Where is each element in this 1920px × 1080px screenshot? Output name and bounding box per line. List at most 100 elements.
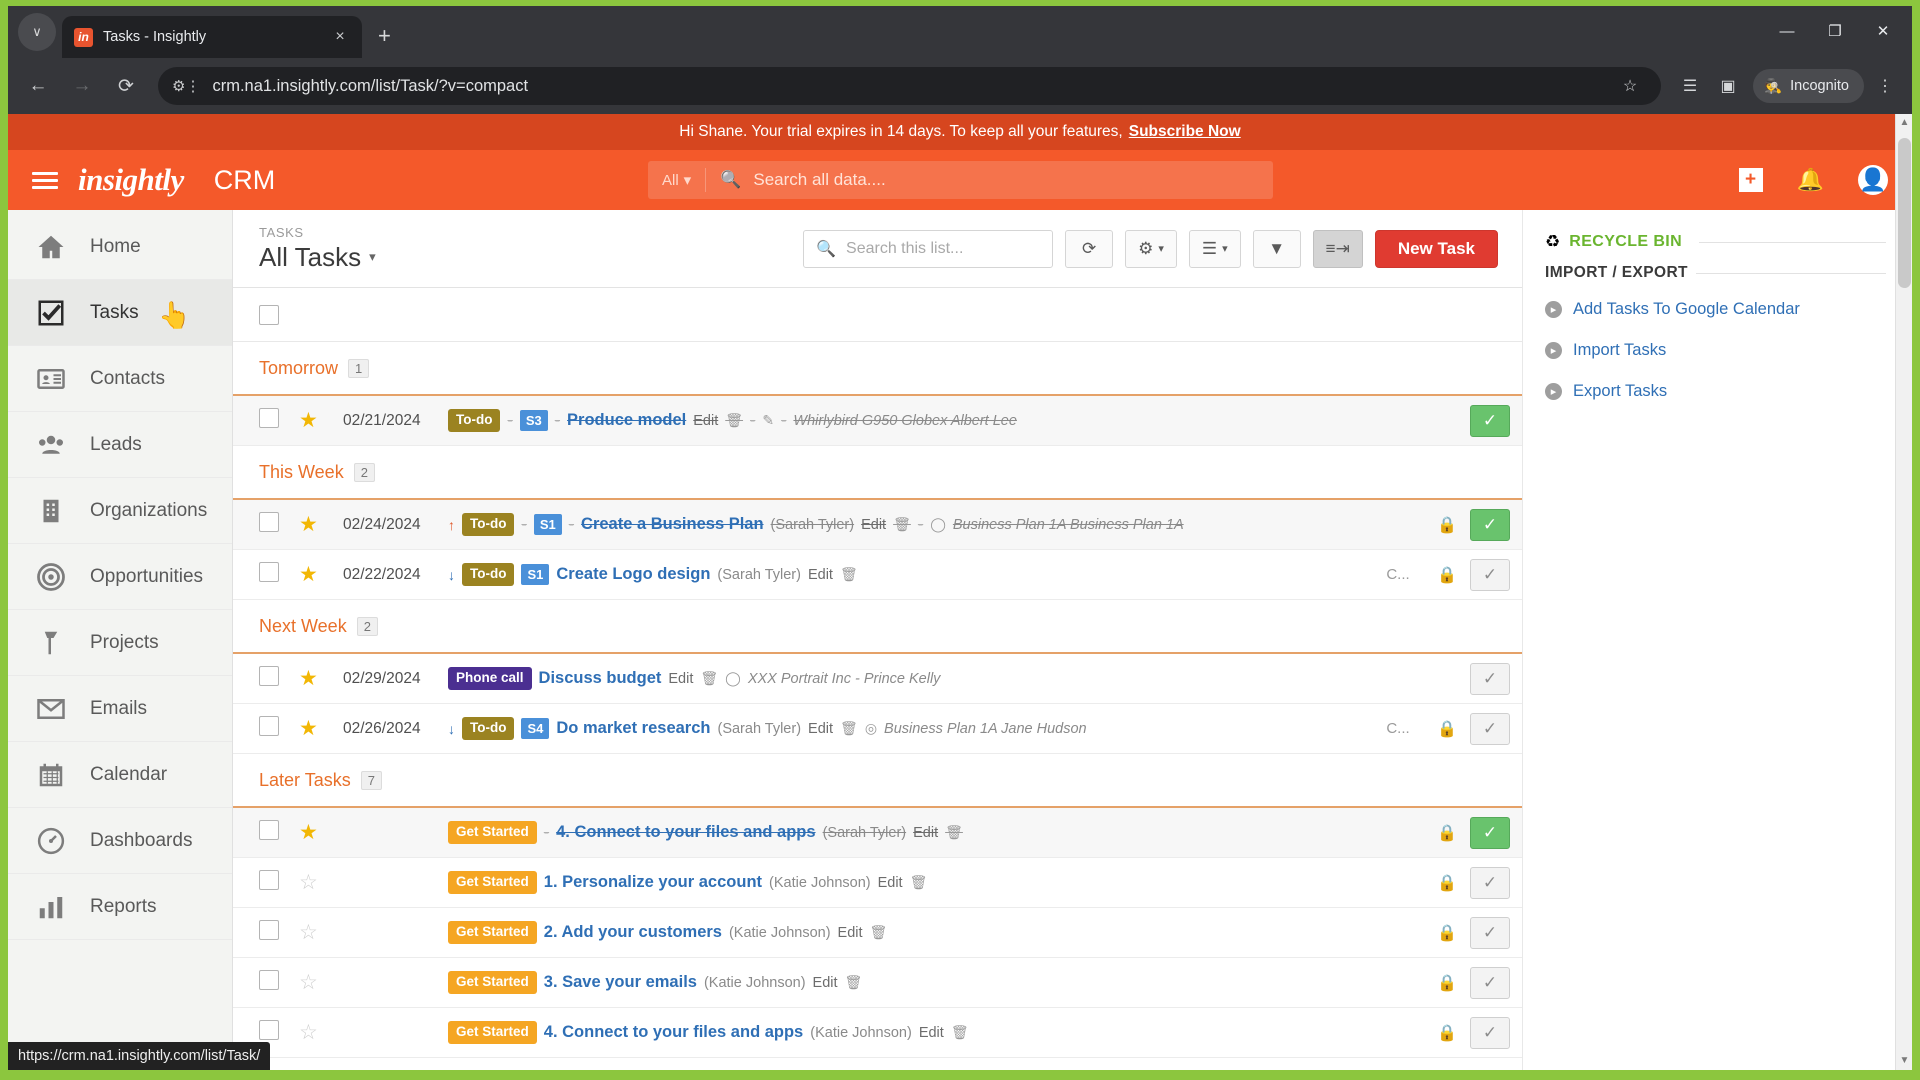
row-checkbox[interactable] [259, 562, 299, 587]
edit-link[interactable]: Edit [878, 875, 903, 891]
sidebar-item-leads[interactable]: Leads [8, 412, 232, 478]
reading-list-icon[interactable]: ☰ [1673, 69, 1707, 103]
delete-icon[interactable]: 🗑 [870, 924, 888, 941]
delete-icon[interactable]: 🗑 [910, 874, 928, 891]
forward-button[interactable]: → [62, 66, 102, 106]
export-tasks-link[interactable]: ▸ Export Tasks [1545, 382, 1886, 401]
row-checkbox[interactable] [259, 970, 299, 995]
table-row[interactable]: ★ Get Started - 4. Connect to your files… [233, 808, 1522, 858]
complete-button[interactable]: ✓ [1470, 1016, 1510, 1049]
star-icon[interactable]: ★ [299, 562, 343, 587]
scroll-up-arrow-icon[interactable]: ▲ [1896, 114, 1912, 132]
search-input[interactable]: 🔍 Search this list... [803, 229, 1054, 268]
task-title-link[interactable]: Discuss budget [539, 669, 662, 688]
scrollbar-thumb[interactable] [1898, 138, 1911, 288]
sidebar-item-home[interactable]: Home [8, 214, 232, 280]
display-options-button[interactable]: ☰ ▾ [1188, 229, 1241, 268]
refresh-button[interactable]: ⟳ [1065, 229, 1114, 268]
delete-icon[interactable]: 🗑 [845, 974, 863, 991]
task-title-link[interactable]: 4. Connect to your files and apps [556, 823, 815, 842]
page-scrollbar[interactable]: ▲ ▼ [1895, 114, 1912, 1070]
complete-button[interactable]: ✓ [1470, 916, 1510, 949]
star-icon[interactable]: ☆ [299, 920, 343, 945]
task-title-link[interactable]: Create a Business Plan [581, 515, 764, 534]
star-icon[interactable]: ★ [299, 716, 343, 741]
complete-button[interactable]: ✓ [1470, 558, 1510, 591]
search-scope-dropdown[interactable]: All ▾ [648, 168, 707, 192]
subscribe-now-link[interactable]: Subscribe Now [1129, 123, 1241, 141]
bookmark-star-icon[interactable]: ☆ [1613, 69, 1647, 103]
edit-link[interactable]: Edit [808, 567, 833, 583]
row-checkbox[interactable] [259, 870, 299, 895]
global-search-input[interactable]: 🔍 Search all data.... [706, 170, 885, 190]
row-checkbox[interactable] [259, 716, 299, 741]
quick-add-icon[interactable]: + [1738, 168, 1763, 192]
row-checkbox[interactable] [259, 920, 299, 945]
task-title-link[interactable]: 4. Connect to your files and apps [544, 1023, 803, 1042]
sidebar-item-dashboards[interactable]: Dashboards [8, 808, 232, 874]
recycle-bin-label[interactable]: RECYCLE BIN [1569, 233, 1682, 251]
star-icon[interactable]: ★ [299, 512, 343, 537]
delete-icon[interactable]: 🗑 [945, 824, 963, 841]
close-window-button[interactable]: ✕ [1860, 12, 1906, 50]
edit-link[interactable]: Edit [913, 825, 938, 841]
task-title-link[interactable]: Do market research [556, 719, 710, 738]
address-bar[interactable]: ⚙⋮ crm.na1.insightly.com/list/Task/?v=co… [158, 67, 1662, 105]
recycle-bin-header[interactable]: ♻ RECYCLE BIN [1545, 232, 1886, 252]
row-checkbox[interactable] [259, 820, 299, 845]
close-tab-icon[interactable]: × [330, 28, 350, 46]
add-tasks-to-google-calendar-link[interactable]: ▸ Add Tasks To Google Calendar [1545, 300, 1886, 319]
edit-link[interactable]: Edit [813, 975, 838, 991]
maximize-button[interactable]: ❐ [1812, 12, 1858, 50]
view-selector[interactable]: All Tasks ▾ [259, 242, 376, 273]
sidebar-item-tasks[interactable]: Tasks 👆 [8, 280, 232, 346]
minimize-button[interactable]: — [1764, 12, 1810, 50]
insightly-logo[interactable]: insightly [78, 162, 184, 198]
related-records[interactable]: Whirlybird G950 Globex Albert Lee [793, 413, 1017, 429]
tab-search-chevron-icon[interactable]: ∨ [18, 13, 56, 51]
sidebar-item-contacts[interactable]: Contacts [8, 346, 232, 412]
sort-button[interactable]: ≡⇥ [1312, 229, 1363, 268]
settings-button[interactable]: ⚙ ▾ [1125, 229, 1177, 268]
edit-link[interactable]: Edit [668, 671, 693, 687]
complete-button[interactable]: ✓ [1470, 662, 1510, 695]
reload-button[interactable]: ⟳ [106, 66, 146, 106]
sidebar-item-calendar[interactable]: Calendar [8, 742, 232, 808]
global-search[interactable]: All ▾ 🔍 Search all data.... [648, 161, 1273, 199]
star-icon[interactable]: ☆ [299, 870, 343, 895]
edit-link[interactable]: Edit [861, 517, 886, 533]
table-row[interactable]: ☆ Get Started 4. Connect to your files a… [233, 1008, 1522, 1058]
star-icon[interactable]: ★ [299, 666, 343, 691]
task-title-link[interactable]: 2. Add your customers [544, 923, 722, 942]
chevron-down-icon[interactable]: ▾ [369, 249, 376, 265]
delete-icon[interactable]: 🗑 [700, 670, 718, 687]
table-row[interactable]: ★ 02/26/2024 ↓ To-do S4 Do market resear… [233, 704, 1522, 754]
related-records[interactable]: Business Plan 1A Business Plan 1A [953, 517, 1184, 533]
notifications-bell-icon[interactable]: 🔔 [1797, 167, 1824, 193]
account-avatar[interactable]: 👤 [1858, 165, 1888, 195]
edit-link[interactable]: Edit [808, 721, 833, 737]
complete-button[interactable]: ✓ [1470, 404, 1510, 437]
select-all-checkbox[interactable] [259, 304, 279, 325]
sidebar-item-organizations[interactable]: Organizations [8, 478, 232, 544]
edit-link[interactable]: Edit [693, 413, 718, 429]
delete-icon[interactable]: 🗑 [725, 412, 743, 429]
star-icon[interactable]: ☆ [299, 970, 343, 995]
related-records[interactable]: Business Plan 1A Jane Hudson [884, 721, 1087, 737]
row-checkbox[interactable] [259, 512, 299, 537]
filter-button[interactable]: ▼ [1252, 229, 1301, 268]
browser-menu-icon[interactable]: ⋮ [1868, 69, 1902, 103]
star-icon[interactable]: ★ [299, 820, 343, 845]
delete-icon[interactable]: 🗑 [893, 516, 911, 533]
row-checkbox[interactable] [259, 666, 299, 691]
table-row[interactable]: ★ 02/29/2024 Phone call Discuss budget E… [233, 654, 1522, 704]
row-checkbox[interactable] [259, 408, 299, 433]
new-task-button[interactable]: New Task [1374, 229, 1498, 268]
sidebar-item-reports[interactable]: Reports [8, 874, 232, 940]
incognito-indicator[interactable]: 🕵 Incognito [1753, 69, 1864, 103]
table-row[interactable]: ★ 02/21/2024 To-do - S3 - Produce model … [233, 396, 1522, 446]
import-tasks-link[interactable]: ▸ Import Tasks [1545, 341, 1886, 360]
delete-icon[interactable]: 🗑 [840, 720, 858, 737]
complete-button[interactable]: ✓ [1470, 508, 1510, 541]
sidebar-item-opportunities[interactable]: Opportunities [8, 544, 232, 610]
